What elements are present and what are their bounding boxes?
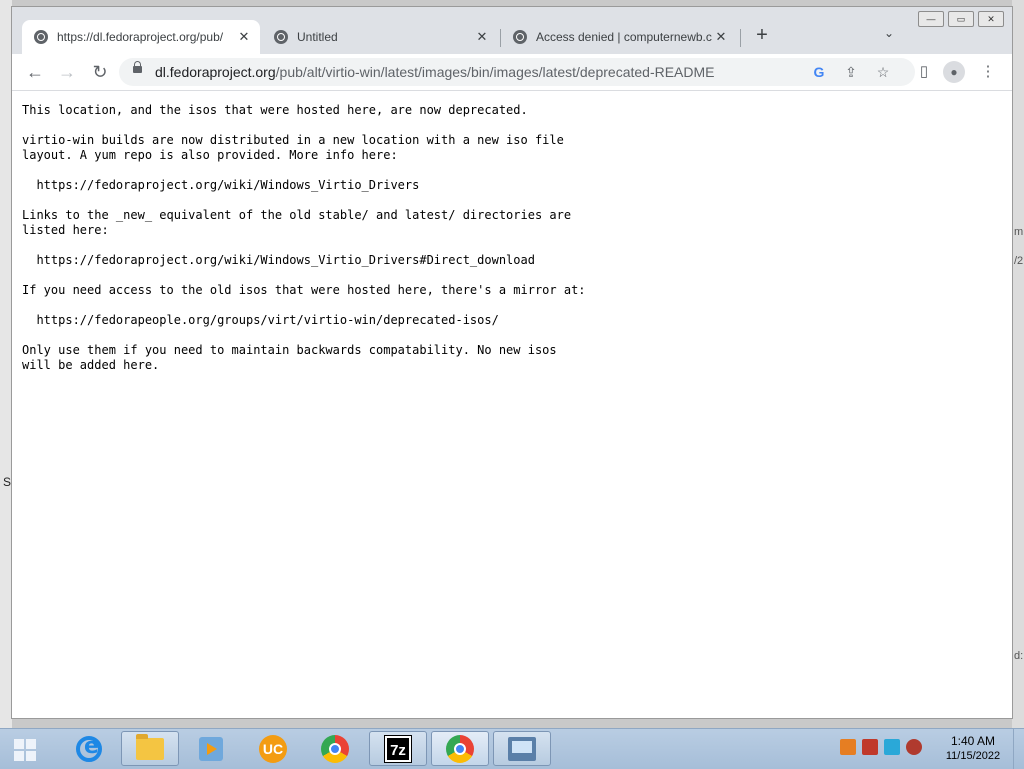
reload-button[interactable]: ↻: [88, 60, 112, 84]
system-tray: [840, 739, 922, 755]
search-tray-icon[interactable]: [840, 739, 856, 755]
profile-avatar-icon: ●: [943, 61, 965, 83]
tab-title: Untitled: [297, 30, 338, 44]
chrome-icon: [321, 734, 349, 763]
desktop-right-fragment: m: [1014, 226, 1024, 238]
desktop-right-fragment: /2: [1014, 255, 1024, 267]
start-button[interactable]: [14, 739, 36, 761]
share-icon[interactable]: ⇪: [841, 62, 861, 82]
globe-icon: [274, 30, 288, 44]
tab-separator: [740, 29, 741, 47]
tab-search-button[interactable]: ⌄: [884, 26, 894, 40]
back-button[interactable]: ←: [23, 60, 47, 84]
browser-toolbar: ← → ↻ dl.fedoraproject.org/pub/alt/virti…: [12, 54, 1012, 91]
volume-tray-icon[interactable]: [906, 739, 922, 755]
readme-text: This location, and the isos that were ho…: [22, 103, 586, 372]
tab-title: https://dl.fedoraproject.org/pub/: [57, 30, 224, 44]
desktop-left-edge: S: [0, 0, 12, 728]
desktop-right-fragment: d:: [1014, 650, 1024, 662]
forward-button[interactable]: →: [55, 60, 79, 84]
flag-tray-icon[interactable]: [862, 739, 878, 755]
close-window-button[interactable]: ✕: [978, 11, 1004, 27]
bookmark-star-icon[interactable]: ☆: [873, 62, 893, 82]
taskbar-7zip[interactable]: 7z: [369, 731, 427, 766]
side-panel-icon[interactable]: ▯: [912, 60, 936, 84]
address-bar[interactable]: dl.fedoraproject.org/pub/alt/virtio-win/…: [119, 58, 915, 86]
taskbar-file-explorer[interactable]: [121, 731, 179, 766]
internet-explorer-icon: [76, 734, 102, 762]
close-tab-icon[interactable]: ✕: [474, 29, 490, 45]
chrome-menu-icon[interactable]: ⋮: [976, 60, 1000, 84]
google-translate-icon[interactable]: G: [809, 62, 829, 82]
minimize-button[interactable]: —: [918, 11, 944, 27]
taskbar-media-player[interactable]: [182, 731, 240, 766]
taskbar: UC 7z 1:40 AM 11/15/2022: [0, 728, 1024, 769]
window-controls: — ▭ ✕: [918, 11, 1004, 27]
taskbar-clock[interactable]: 1:40 AM 11/15/2022: [936, 734, 1010, 764]
profile-button[interactable]: ●: [943, 61, 967, 85]
close-tab-icon[interactable]: ✕: [236, 29, 252, 45]
globe-icon: [34, 30, 48, 44]
folder-icon: [136, 733, 164, 760]
lock-icon[interactable]: [133, 61, 142, 73]
browser-window: — ▭ ✕ https://dl.fedoraproject.org/pub/ …: [12, 7, 1012, 718]
uc-browser-icon: UC: [259, 734, 287, 763]
tab-strip: — ▭ ✕ https://dl.fedoraproject.org/pub/ …: [12, 7, 1012, 54]
taskbar-chrome[interactable]: [306, 731, 364, 766]
desktop-right-edge: m /2 d:: [1012, 0, 1024, 728]
taskbar-internet-explorer[interactable]: [60, 731, 118, 766]
maximize-button[interactable]: ▭: [948, 11, 974, 27]
tab-untitled[interactable]: Untitled ✕: [262, 20, 498, 54]
desktop-left-fragment: S: [3, 475, 12, 489]
tab-fedora[interactable]: https://dl.fedoraproject.org/pub/ ✕: [22, 20, 260, 54]
new-tab-button[interactable]: +: [750, 24, 774, 47]
taskbar-chrome-active[interactable]: [431, 731, 489, 766]
display-tray-icon[interactable]: [884, 739, 900, 755]
url-path: /pub/alt/virtio-win/latest/images/bin/im…: [275, 64, 715, 80]
url-text[interactable]: dl.fedoraproject.org/pub/alt/virtio-win/…: [155, 64, 715, 80]
windows-logo-icon: [14, 751, 24, 761]
clock-date: 11/15/2022: [945, 750, 1001, 762]
taskbar-uc-browser[interactable]: UC: [244, 731, 302, 766]
taskbar-network-app[interactable]: [493, 731, 551, 766]
chrome-icon: [446, 734, 474, 763]
globe-icon: [513, 30, 527, 44]
clock-time: 1:40 AM: [950, 734, 996, 748]
windows-logo-icon: [14, 739, 24, 749]
7zip-icon: 7z: [384, 734, 412, 763]
page-content: This location, and the isos that were ho…: [12, 91, 1012, 718]
url-host: dl.fedoraproject.org: [155, 64, 276, 80]
show-desktop-button[interactable]: [1013, 729, 1024, 769]
close-tab-icon[interactable]: ✕: [713, 29, 729, 45]
media-player-icon: [199, 736, 223, 761]
tab-access-denied[interactable]: Access denied | computernewb.c ✕: [501, 20, 737, 54]
network-icon: [508, 736, 536, 761]
windows-logo-icon: [26, 751, 36, 761]
windows-logo-icon: [26, 739, 36, 749]
tab-title: Access denied | computernewb.c: [536, 30, 712, 44]
